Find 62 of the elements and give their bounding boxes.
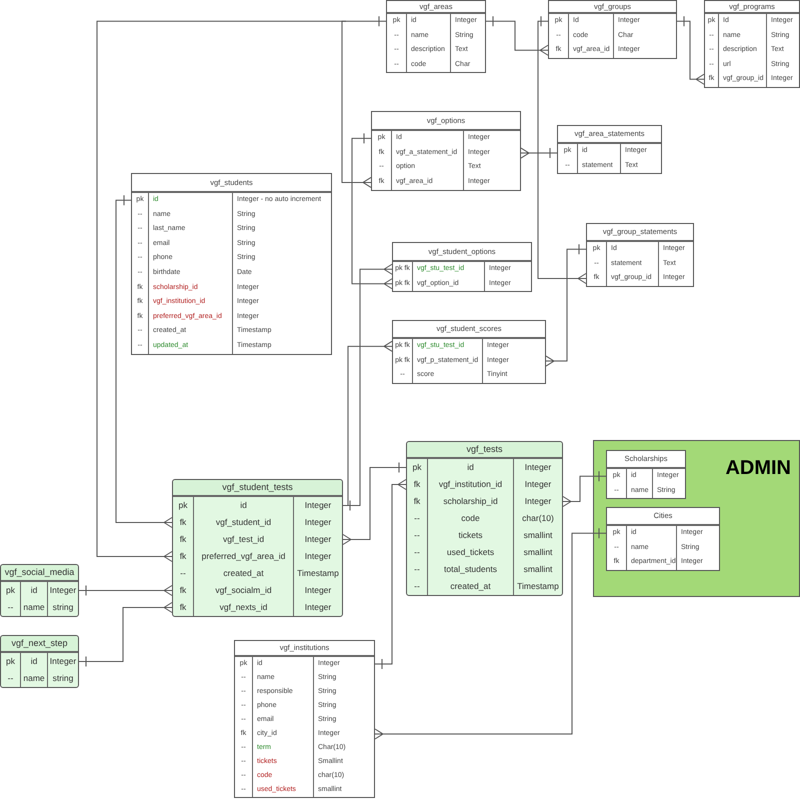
- field-type: string: [52, 601, 74, 614]
- field-name: id: [240, 499, 247, 512]
- field-name: name: [23, 672, 45, 685]
- key-label: fk: [180, 533, 186, 546]
- field-name: created_at: [223, 567, 264, 580]
- field-name: vgf_nexts_id: [220, 601, 268, 614]
- field-name: vgf_student_id: [216, 516, 272, 529]
- field-name: id: [30, 584, 38, 597]
- field-type: smallint: [524, 546, 552, 559]
- table-title: vgf_tests: [407, 442, 562, 459]
- field-type: string: [52, 672, 74, 685]
- table-title: vgf_next_step: [1, 636, 78, 653]
- field-name: vgf_socialm_id: [215, 584, 272, 597]
- field-type: Integer: [50, 584, 76, 597]
- field-name: scholarship_id: [443, 495, 498, 508]
- field-type: Integer: [304, 499, 332, 512]
- field-type: Integer: [304, 550, 332, 563]
- key-label: --: [414, 512, 420, 525]
- field-type: Integer: [304, 516, 332, 529]
- field-name: vgf_test_id: [222, 533, 264, 546]
- field-type: char(10): [522, 512, 554, 525]
- key-label: --: [414, 580, 420, 593]
- table-title: vgf_student_tests: [173, 480, 342, 497]
- field-type: Integer: [50, 655, 76, 668]
- field-type: Timestamp: [297, 567, 339, 580]
- table-title: vgf_social_media: [1, 565, 78, 582]
- key-label: pk: [6, 655, 15, 668]
- field-type: Integer: [304, 584, 332, 597]
- admin-label: ADMIN: [725, 456, 791, 481]
- key-label: fk: [180, 516, 186, 529]
- field-type: smallint: [524, 563, 552, 576]
- field-name: tickets: [458, 529, 483, 542]
- field-name: id: [30, 655, 38, 668]
- field-type: smallint: [524, 529, 552, 542]
- key-label: fk: [180, 550, 186, 563]
- key-label: --: [8, 672, 14, 685]
- field-type: Integer: [524, 461, 552, 474]
- field-type: Integer: [524, 478, 552, 491]
- field-name: code: [461, 512, 480, 525]
- key-label: pk: [6, 584, 15, 597]
- key-label: pk: [412, 461, 422, 474]
- field-type: Integer: [524, 495, 552, 508]
- field-name: total_students: [444, 563, 497, 576]
- key-label: fk: [414, 478, 420, 491]
- field-name: id: [467, 461, 474, 474]
- key-label: fk: [180, 584, 186, 597]
- field-name: used_tickets: [446, 546, 494, 559]
- key-label: fk: [414, 495, 420, 508]
- key-label: --: [414, 546, 420, 559]
- key-label: --: [414, 563, 420, 576]
- field-type: Integer: [304, 533, 332, 546]
- key-label: fk: [180, 601, 186, 614]
- field-type: Timestamp: [517, 580, 559, 593]
- field-name: preferred_vgf_area_id: [202, 550, 286, 563]
- key-label: --: [180, 567, 186, 580]
- field-type: Integer: [304, 601, 332, 614]
- key-label: --: [414, 529, 420, 542]
- field-name: vgf_institution_id: [438, 478, 502, 491]
- field-name: created_at: [450, 580, 491, 593]
- key-label: --: [8, 601, 14, 614]
- key-label: pk: [178, 499, 188, 512]
- field-name: name: [23, 601, 45, 614]
